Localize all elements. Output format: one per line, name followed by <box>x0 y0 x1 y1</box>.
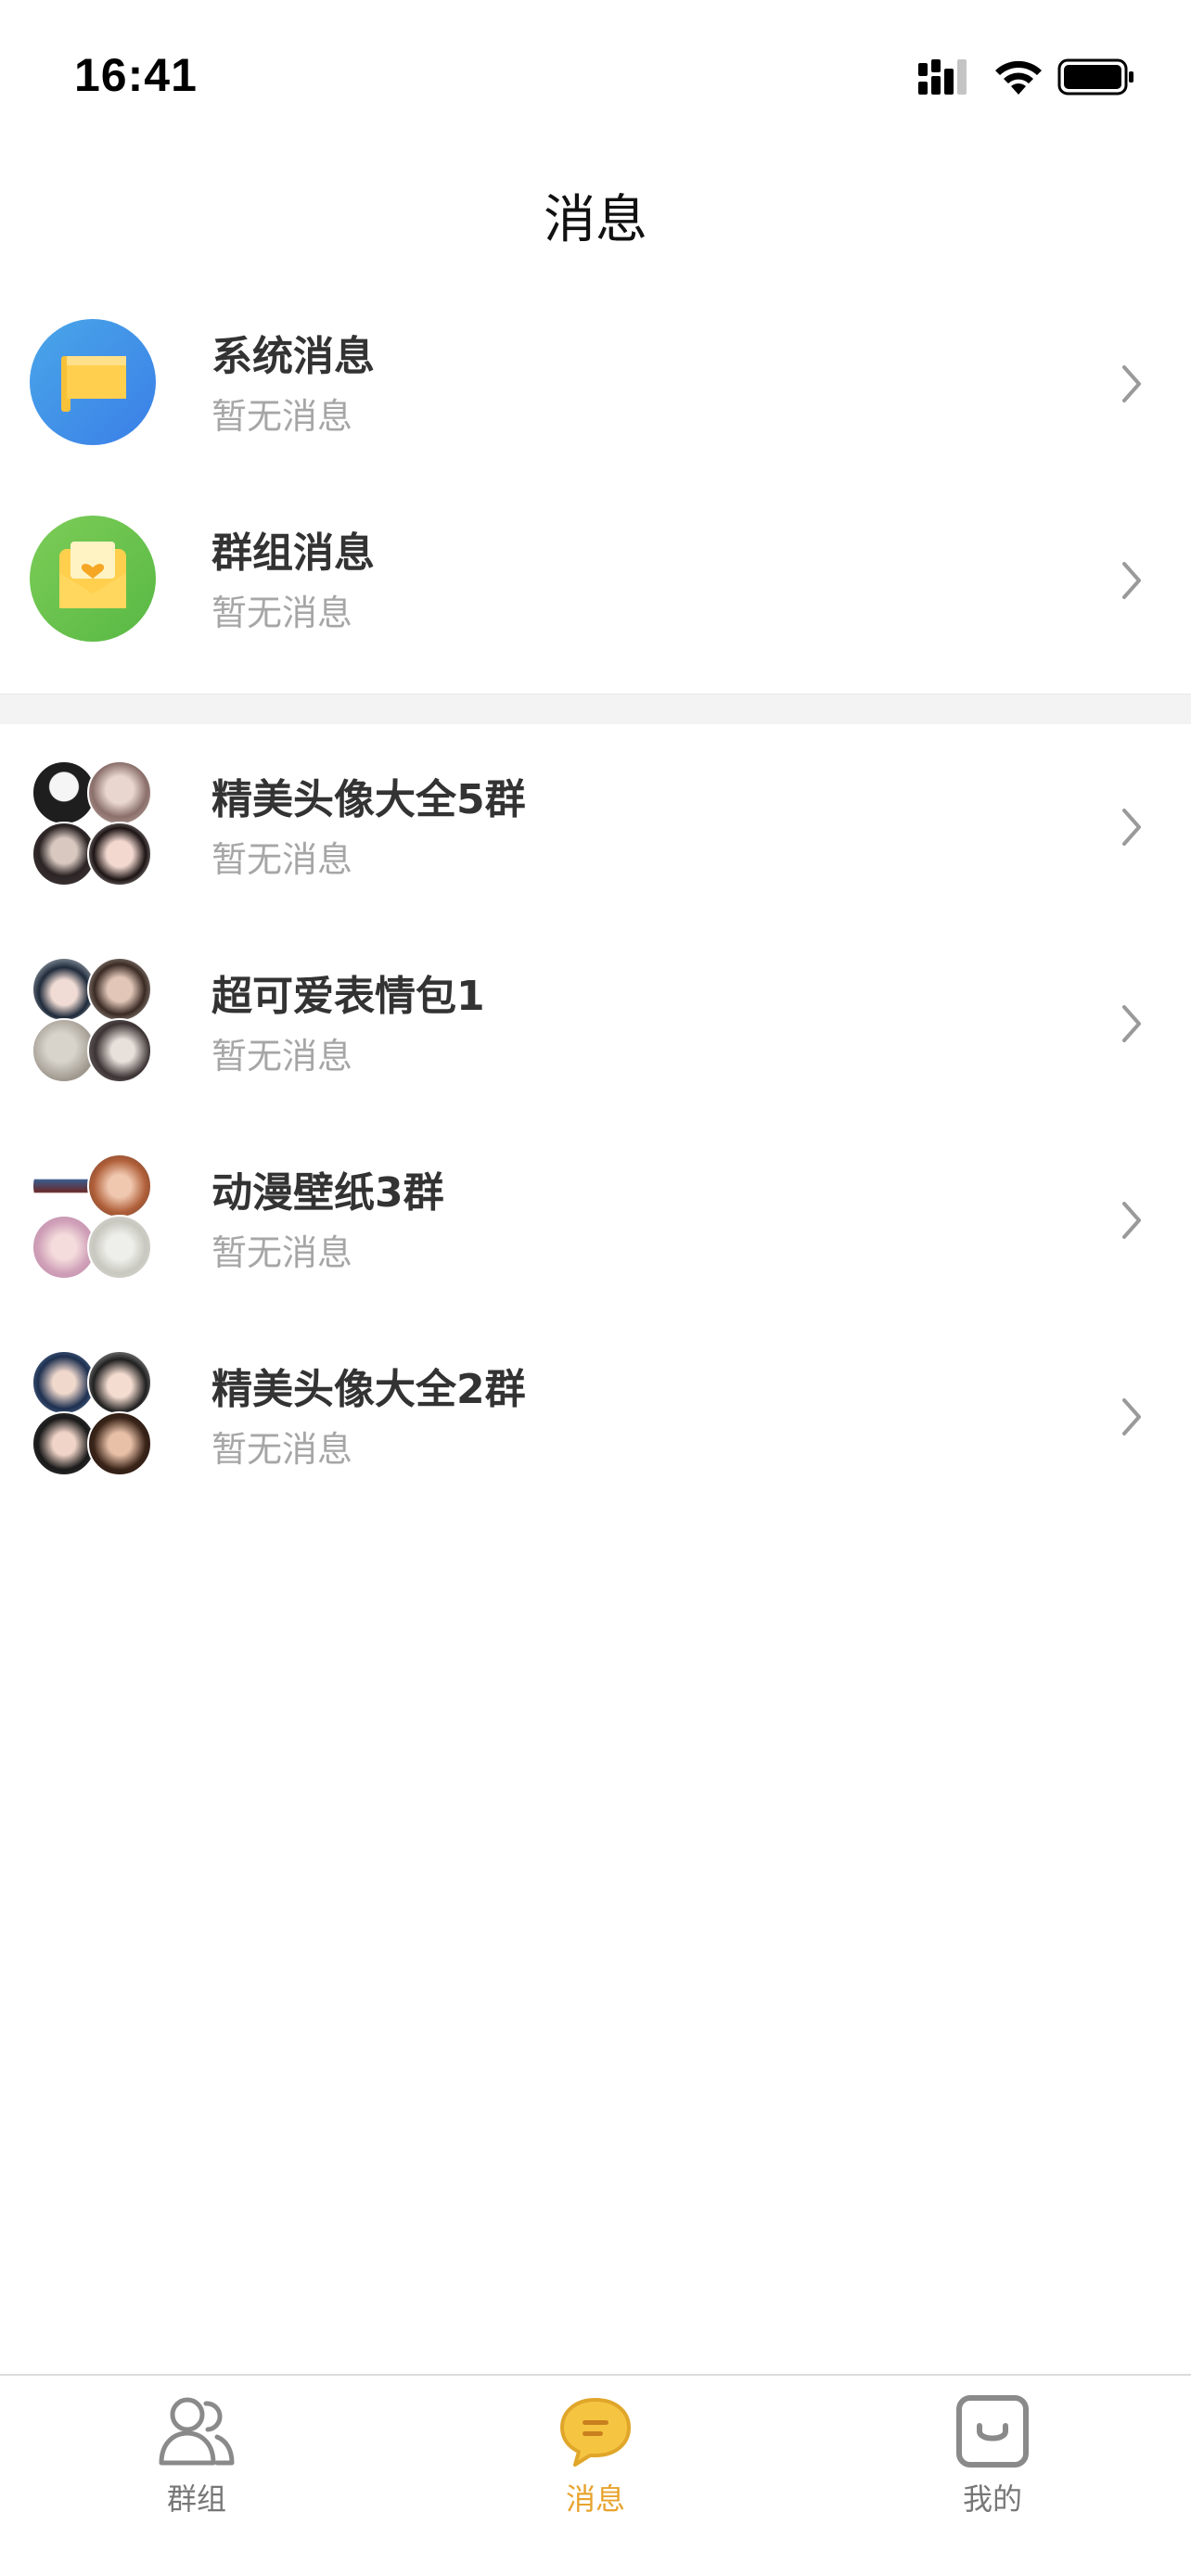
row-subtitle: 暂无消息 <box>211 1036 353 1077</box>
cellular-signal-icon <box>918 59 967 95</box>
tab-label: 消息 <box>565 2481 625 2517</box>
member-avatar <box>87 957 152 1022</box>
page-title: 消息 <box>544 190 647 250</box>
chevron-right-icon <box>1122 365 1141 402</box>
row-subtitle: 暂无消息 <box>211 1429 353 1470</box>
group-avatar-mosaic <box>30 760 160 890</box>
member-avatar <box>87 1411 152 1476</box>
group-row[interactable]: 精美头像大全5群 暂无消息 <box>0 727 1191 924</box>
row-subtitle: 暂无消息 <box>211 593 353 633</box>
group-row[interactable]: 精美头像大全2群 暂无消息 <box>0 1317 1191 1513</box>
nav-header: 消息 <box>0 139 1191 297</box>
tab-label: 群组 <box>166 2481 226 2517</box>
tab-label: 我的 <box>962 2481 1022 2517</box>
member-avatar <box>87 760 152 825</box>
chevron-right-icon <box>1122 1005 1141 1042</box>
tab-messages[interactable]: 消息 <box>503 2394 688 2517</box>
section-divider <box>0 694 1191 724</box>
status-time: 16:41 <box>74 49 198 101</box>
row-subtitle: 暂无消息 <box>211 839 353 880</box>
system-messages-avatar <box>30 319 156 445</box>
group-row[interactable]: 超可爱表情包1 暂无消息 <box>0 924 1191 1120</box>
group-messages-row[interactable]: 群组消息 暂无消息 <box>0 480 1191 677</box>
chat-bubble-icon <box>560 2398 631 2467</box>
member-avatar <box>87 1154 152 1218</box>
flag-icon <box>61 356 126 412</box>
row-subtitle: 暂无消息 <box>211 396 353 437</box>
member-avatar <box>87 1350 152 1415</box>
row-title: 精美头像大全2群 <box>211 1366 526 1413</box>
chevron-right-icon <box>1122 809 1141 846</box>
row-title: 精美头像大全5群 <box>211 776 526 823</box>
tab-groups[interactable]: 群组 <box>104 2394 289 2517</box>
group-row[interactable]: 动漫壁纸3群 暂无消息 <box>0 1120 1191 1317</box>
system-messages-row[interactable]: 系统消息 暂无消息 <box>0 284 1191 480</box>
chevron-right-icon <box>1122 562 1141 599</box>
row-title: 超可爱表情包1 <box>211 973 485 1020</box>
envelope-heart-icon <box>59 542 126 608</box>
chevron-right-icon <box>1122 1398 1141 1435</box>
wifi-icon <box>995 60 1042 95</box>
group-avatar-mosaic <box>30 957 160 1087</box>
row-title: 群组消息 <box>211 529 375 577</box>
group-messages-avatar <box>30 516 156 642</box>
member-avatar <box>87 1215 152 1280</box>
row-title: 系统消息 <box>211 333 375 380</box>
chevron-right-icon <box>1122 1202 1141 1239</box>
messages-screen: 16:41 消息 系统消息 暂无消息 群组消息 暂无消息 精美头像大全5群 暂无… <box>0 0 1191 2576</box>
battery-icon <box>1057 58 1133 96</box>
row-title: 动漫壁纸3群 <box>211 1169 444 1217</box>
smile-box-icon <box>956 2395 1029 2468</box>
member-avatar <box>87 822 152 886</box>
tab-mine[interactable]: 我的 <box>900 2394 1085 2517</box>
status-bar: 16:41 <box>0 0 1191 139</box>
member-avatar <box>87 1018 152 1083</box>
row-subtitle: 暂无消息 <box>211 1232 353 1273</box>
users-icon <box>159 2397 235 2466</box>
bottom-tab-bar: 群组 消息 我的 <box>0 2374 1191 2576</box>
group-avatar-mosaic <box>30 1154 160 1283</box>
group-avatar-mosaic <box>30 1350 160 1480</box>
